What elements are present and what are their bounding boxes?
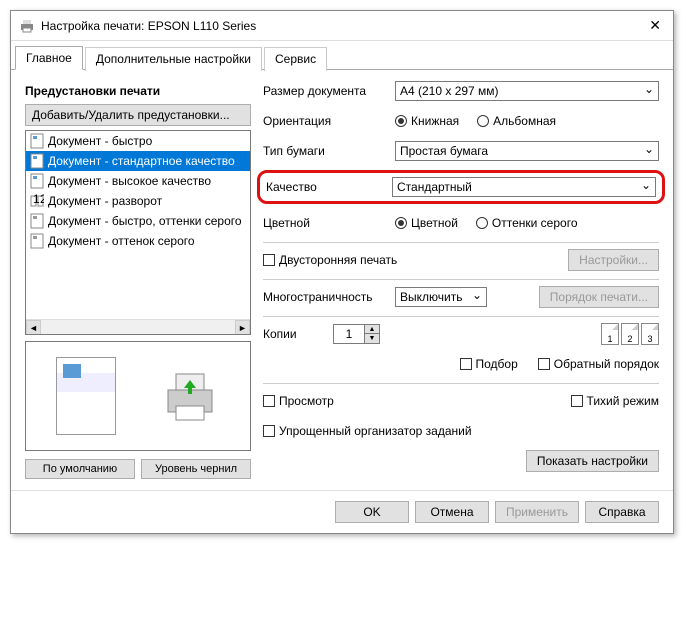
list-item[interactable]: Документ - стандартное качество — [26, 151, 250, 171]
color-label: Цветной — [263, 216, 395, 230]
list-item-label: Документ - быстро — [48, 134, 152, 148]
spinner-down-button[interactable]: ▼ — [365, 334, 379, 343]
list-item[interactable]: Документ - оттенок серого — [26, 231, 250, 251]
tab-service[interactable]: Сервис — [264, 47, 327, 71]
list-item[interactable]: 12 Документ - разворот — [26, 191, 250, 211]
ink-level-button[interactable]: Уровень чернил — [141, 459, 251, 479]
spread-icon: 12 — [30, 193, 44, 209]
quality-row-highlight: Качество Стандартный — [257, 170, 665, 204]
cancel-button[interactable]: Отмена — [415, 501, 489, 523]
document-icon — [30, 173, 44, 189]
quality-select[interactable]: Стандартный — [392, 177, 656, 197]
list-item-label: Документ - разворот — [48, 194, 162, 208]
page-preview-icon — [56, 357, 116, 435]
doc-size-select[interactable]: A4 (210 x 297 мм) — [395, 81, 659, 101]
list-item[interactable]: Документ - быстро — [26, 131, 250, 151]
paper-type-select[interactable]: Простая бумага — [395, 141, 659, 161]
close-button[interactable]: ✕ — [645, 17, 665, 34]
presets-listbox[interactable]: Документ - быстро Документ - стандартное… — [25, 130, 251, 335]
apply-button[interactable]: Применить — [495, 501, 579, 523]
list-item[interactable]: Документ - высокое качество — [26, 171, 250, 191]
duplex-checkbox[interactable]: Двусторонняя печать — [263, 253, 397, 267]
orientation-portrait-radio[interactable]: Книжная — [395, 114, 459, 128]
list-item-label: Документ - оттенок серого — [48, 234, 195, 248]
tabs: Главное Дополнительные настройки Сервис — [11, 43, 673, 70]
copies-input[interactable] — [334, 325, 364, 343]
preview-checkbox[interactable]: Просмотр — [263, 394, 334, 408]
document-gray-icon — [30, 233, 44, 249]
print-settings-window: Настройка печати: EPSON L110 Series ✕ Гл… — [10, 10, 674, 534]
list-item-label: Документ - стандартное качество — [48, 154, 235, 168]
ok-button[interactable]: OK — [335, 501, 409, 523]
paper-type-label: Тип бумаги — [263, 144, 395, 158]
list-item[interactable]: Документ - быстро, оттенки серого — [26, 211, 250, 231]
horizontal-scrollbar[interactable]: ◄ ► — [26, 319, 250, 334]
copies-spinner[interactable]: ▲▼ — [333, 324, 380, 344]
window-title: Настройка печати: EPSON L110 Series — [41, 19, 645, 33]
multipage-select[interactable]: Выключить — [395, 287, 487, 307]
quality-label: Качество — [266, 180, 392, 194]
spinner-up-button[interactable]: ▲ — [365, 325, 379, 334]
titlebar: Настройка печати: EPSON L110 Series ✕ — [11, 11, 673, 41]
document-icon — [30, 153, 44, 169]
collate-preview-icon: 1 2 3 — [601, 323, 659, 345]
defaults-button[interactable]: По умолчанию — [25, 459, 135, 479]
dialog-buttons: OK Отмена Применить Справка — [11, 490, 673, 533]
list-item-label: Документ - высокое качество — [48, 174, 211, 188]
duplex-settings-button[interactable]: Настройки... — [568, 249, 659, 271]
reverse-order-checkbox[interactable]: Обратный порядок — [538, 357, 659, 371]
color-color-radio[interactable]: Цветной — [395, 216, 458, 230]
page-order-button[interactable]: Порядок печати... — [539, 286, 659, 308]
multipage-label: Многостраничность — [263, 290, 395, 304]
copies-label: Копии — [263, 327, 323, 341]
show-settings-button[interactable]: Показать настройки — [526, 450, 659, 472]
quiet-mode-checkbox[interactable]: Тихий режим — [571, 394, 659, 408]
printer-large-icon — [160, 366, 220, 426]
list-item-label: Документ - быстро, оттенки серого — [48, 214, 242, 228]
orientation-landscape-radio[interactable]: Альбомная — [477, 114, 556, 128]
svg-text:2: 2 — [40, 193, 44, 206]
orientation-label: Ориентация — [263, 114, 395, 128]
document-icon — [30, 133, 44, 149]
simple-organizer-checkbox[interactable]: Упрощенный организатор заданий — [263, 424, 472, 438]
preview-box — [25, 341, 251, 451]
tab-main[interactable]: Главное — [15, 46, 83, 70]
doc-size-label: Размер документа — [263, 84, 395, 98]
scroll-left-button[interactable]: ◄ — [26, 320, 41, 335]
presets-title: Предустановки печати — [25, 84, 251, 98]
document-gray-icon — [30, 213, 44, 229]
add-remove-presets-button[interactable]: Добавить/Удалить предустановки... — [25, 104, 251, 126]
scroll-right-button[interactable]: ► — [235, 320, 250, 335]
collate-checkbox[interactable]: Подбор — [460, 357, 518, 371]
help-button[interactable]: Справка — [585, 501, 659, 523]
tab-advanced[interactable]: Дополнительные настройки — [85, 47, 262, 71]
printer-icon — [19, 18, 35, 34]
svg-text:1: 1 — [33, 193, 40, 206]
color-grayscale-radio[interactable]: Оттенки серого — [476, 216, 578, 230]
